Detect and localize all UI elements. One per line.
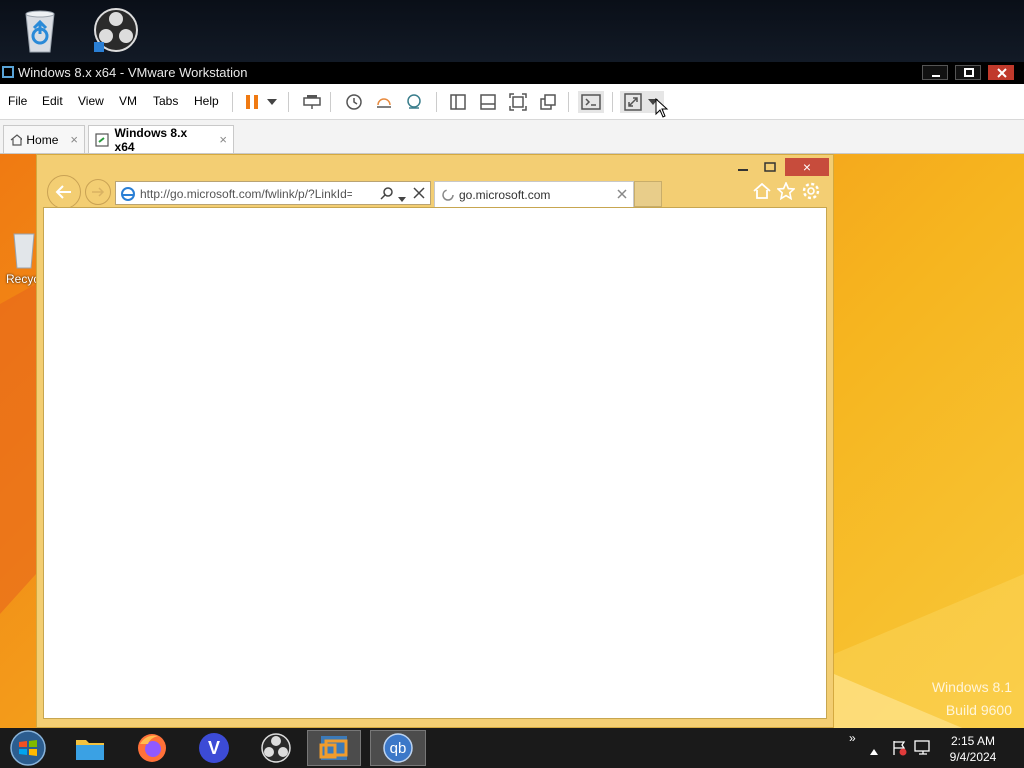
tab-label: Home — [26, 132, 59, 147]
ie-close-button[interactable]: × — [785, 158, 829, 176]
vmware-titlebar: Windows 8.x x64 - VMware Workstation — [0, 62, 1024, 84]
host-desktop — [0, 0, 1024, 62]
firefox-icon[interactable] — [124, 730, 180, 766]
revert-snapshot-icon[interactable] — [372, 91, 396, 113]
watermark-line-2: Build 9600 — [945, 702, 1012, 718]
menu-edit[interactable]: Edit — [42, 94, 63, 108]
guest-recycle-bin-icon[interactable] — [10, 230, 36, 273]
vmware-window: Windows 8.x x64 - VMware Workstation Fil… — [0, 62, 1024, 728]
snapshot-icon[interactable] — [342, 91, 366, 113]
new-tab-button[interactable] — [634, 181, 662, 207]
guest-recycle-bin-label: Recyc — [6, 272, 40, 286]
action-center-icon[interactable] — [893, 740, 907, 759]
address-bar[interactable]: http://go.microsoft.com/fwlink/p/?LinkId… — [115, 181, 431, 205]
thumbnail-bar-icon[interactable] — [476, 91, 500, 113]
minimize-button[interactable] — [922, 65, 948, 80]
unity-icon[interactable] — [536, 91, 560, 113]
menubar: File Edit View VM Tabs Help — [0, 84, 1024, 120]
ie-page-content[interactable] — [43, 207, 827, 719]
toolbar-separator — [232, 92, 233, 112]
windows-build-watermark: Windows 8.1 Build 9600 — [932, 676, 1012, 722]
menu-view[interactable]: View — [78, 94, 104, 108]
file-explorer-icon[interactable] — [62, 730, 118, 766]
address-url: http://go.microsoft.com/fwlink/p/?LinkId… — [140, 187, 352, 201]
pause-icon[interactable] — [240, 91, 264, 113]
chevron-down-icon[interactable] — [398, 191, 406, 205]
windows-logo-icon — [10, 730, 46, 766]
toolbar-separator — [568, 92, 569, 112]
vmware-app-icon — [2, 66, 14, 78]
close-icon[interactable]: × — [219, 132, 227, 147]
obs-studio-icon[interactable] — [92, 6, 140, 54]
maximize-button[interactable] — [955, 65, 981, 80]
tab-label: Windows 8.x x64 — [114, 125, 188, 154]
tab-home[interactable]: Home × — [3, 125, 85, 153]
close-icon[interactable]: × — [70, 132, 78, 147]
back-button[interactable] — [47, 175, 81, 209]
internet-explorer-window: × http://go.microsoft.com/fwlink/p/?Link… — [36, 154, 834, 728]
full-screen-icon[interactable] — [506, 91, 530, 113]
menu-help[interactable]: Help — [194, 94, 219, 108]
watermark-line-1: Windows 8.1 — [931, 679, 1012, 695]
ie-tab-title: go.microsoft.com — [459, 188, 551, 202]
show-library-icon[interactable] — [446, 91, 470, 113]
snapshot-manager-icon[interactable] — [402, 91, 426, 113]
home-icon — [10, 133, 23, 146]
clock-time: 2:15 AM — [950, 734, 996, 748]
vm-icon — [95, 132, 109, 147]
vivaldi-letter: V — [208, 738, 220, 758]
ie-minimize-button[interactable] — [733, 158, 753, 176]
home-icon[interactable] — [753, 182, 771, 202]
clock-date: 9/4/2024 — [949, 750, 997, 764]
recycle-bin-icon[interactable] — [16, 6, 64, 54]
stop-icon[interactable] — [413, 187, 425, 202]
menu-file[interactable]: File — [8, 94, 27, 108]
start-button[interactable] — [0, 730, 56, 766]
search-icon[interactable] — [380, 186, 394, 203]
system-clock[interactable]: 2:15 AM 9/4/2024 — [945, 733, 1001, 765]
mouse-cursor-icon — [655, 97, 669, 121]
close-icon[interactable] — [617, 188, 627, 202]
loading-icon — [441, 188, 455, 205]
ie-maximize-button[interactable] — [759, 158, 781, 176]
chevron-down-icon[interactable] — [262, 91, 282, 113]
window-title: Windows 8.x x64 - VMware Workstation — [18, 65, 248, 80]
network-icon[interactable] — [914, 740, 932, 759]
tray-overflow[interactable]: » — [849, 731, 856, 745]
obs-studio-taskbar-icon[interactable] — [248, 730, 304, 766]
arrow-left-icon — [55, 185, 71, 199]
tab-windows-8-vm[interactable]: Windows 8.x x64 × — [88, 125, 234, 154]
favorites-star-icon[interactable] — [776, 180, 796, 203]
toolbar-separator — [330, 92, 331, 112]
menu-vm[interactable]: VM — [119, 94, 137, 108]
qbittorrent-icon[interactable]: qb — [370, 730, 426, 766]
console-view-icon[interactable] — [578, 91, 604, 113]
qbittorrent-text: qb — [390, 740, 407, 757]
taskbar: V qb » 2:15 AM 9/4/2024 — [0, 728, 1024, 768]
send-ctrl-alt-del-icon[interactable] — [300, 91, 324, 113]
ie-tab[interactable]: go.microsoft.com — [434, 181, 634, 207]
arrow-right-icon — [92, 187, 105, 197]
vivaldi-icon[interactable]: V — [186, 730, 242, 766]
forward-button[interactable] — [85, 179, 111, 205]
toolbar-separator — [436, 92, 437, 112]
menu-tabs[interactable]: Tabs — [153, 94, 178, 108]
gear-icon[interactable] — [802, 182, 820, 203]
chevron-up-icon[interactable] — [870, 744, 878, 758]
toolbar-separator — [288, 92, 289, 112]
guest-screen[interactable]: Recyc × http://go.microsoft.com/fwlink/p… — [0, 154, 1024, 728]
ie-page-icon — [120, 186, 136, 205]
close-button[interactable] — [988, 65, 1014, 80]
toolbar-separator — [612, 92, 613, 112]
vm-tabbar: Home × Windows 8.x x64 × — [0, 120, 1024, 154]
vmware-taskbar-icon[interactable] — [307, 730, 361, 766]
